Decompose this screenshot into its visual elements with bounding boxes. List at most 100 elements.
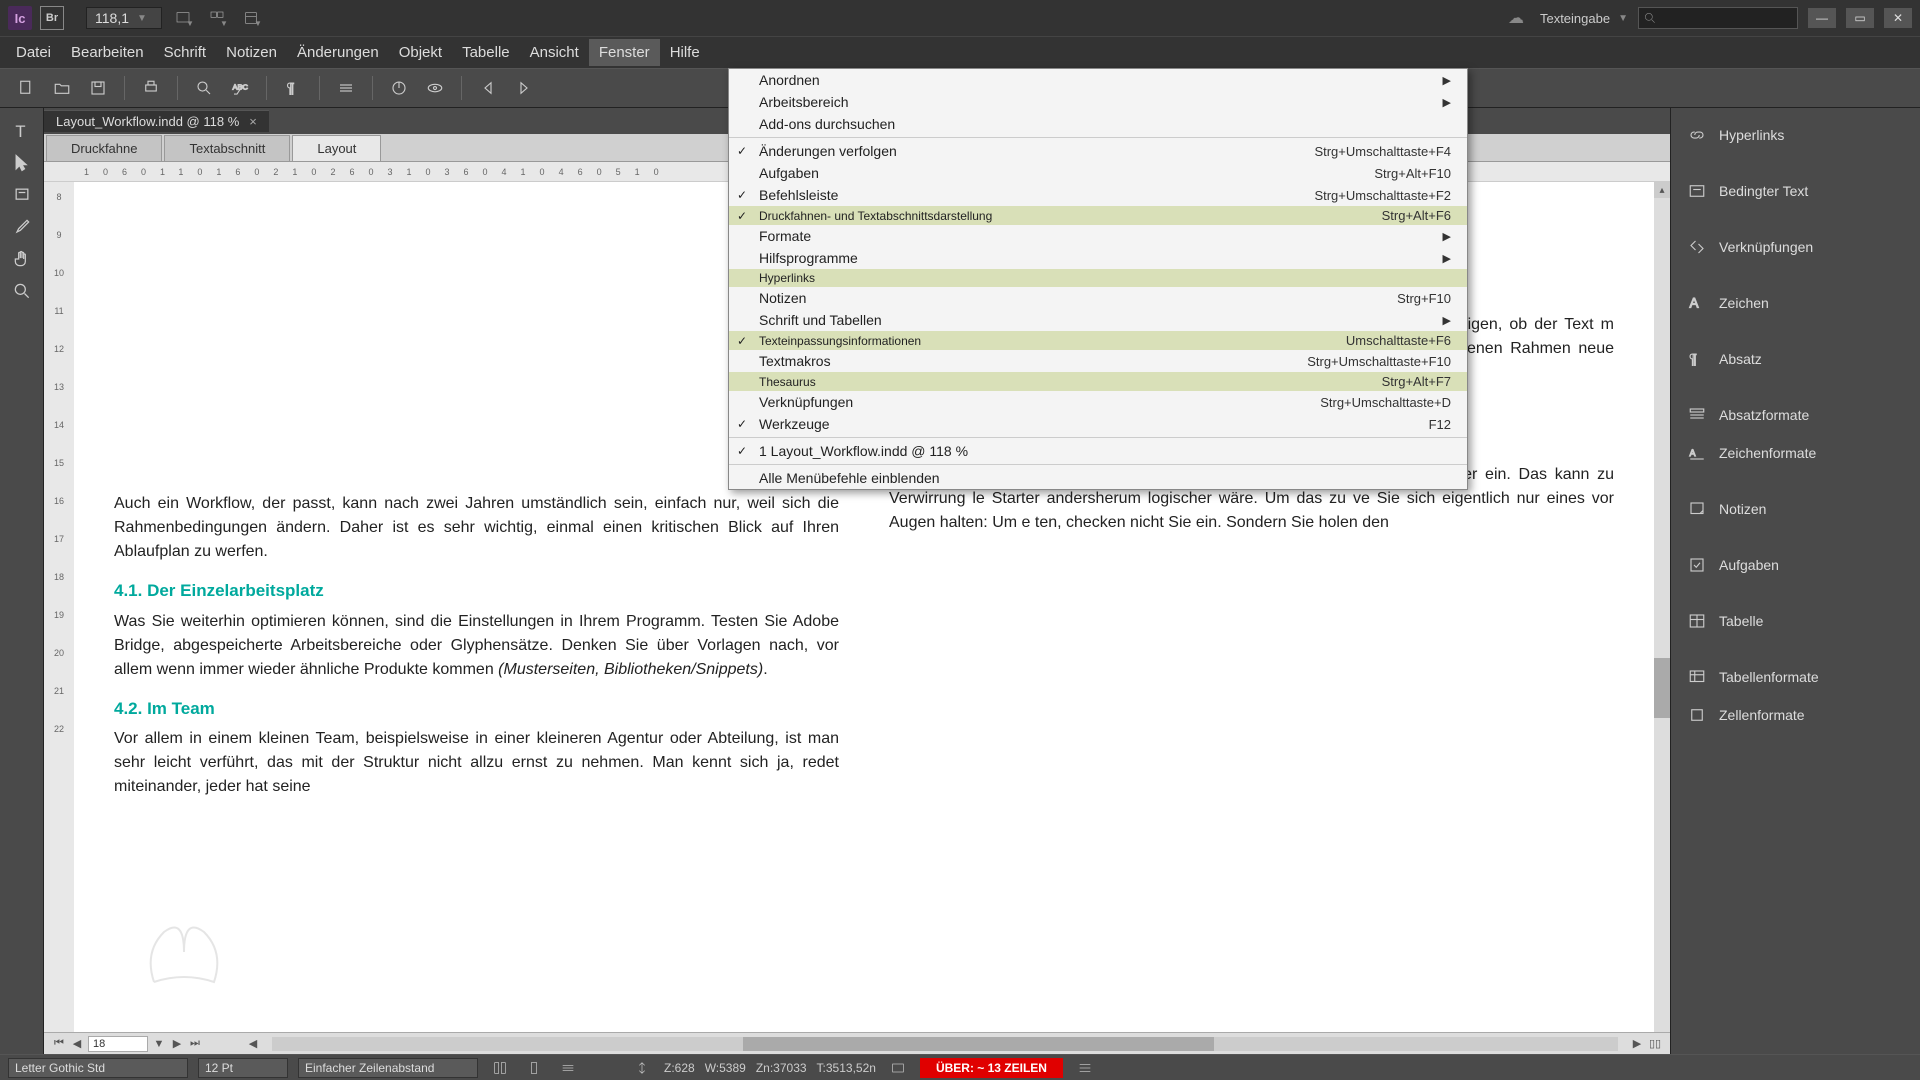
- maximize-button[interactable]: ▭: [1846, 8, 1874, 28]
- split-view-icon[interactable]: ▯▯: [1646, 1037, 1664, 1050]
- power-icon[interactable]: [383, 74, 415, 102]
- panel-tabellenformate[interactable]: Tabellenformate: [1671, 658, 1920, 696]
- columns-icon[interactable]: [488, 1058, 512, 1078]
- menu-aenderungen[interactable]: Änderungen: [287, 39, 389, 66]
- cloud-icon[interactable]: ☁: [1508, 8, 1524, 28]
- scroll-thumb[interactable]: [1654, 658, 1670, 718]
- tab-layout[interactable]: Layout: [292, 135, 381, 161]
- panel-absatzformate[interactable]: Absatzformate: [1671, 396, 1920, 434]
- menu-bearbeiten[interactable]: Bearbeiten: [61, 39, 154, 66]
- scrollbar-vertical[interactable]: ▴: [1654, 182, 1670, 1032]
- menu-item[interactable]: Add-ons durchsuchen: [729, 113, 1467, 135]
- menu-item[interactable]: Hyperlinks: [729, 269, 1467, 287]
- menu-item[interactable]: ✓BefehlsleisteStrg+Umschalttaste+F2: [729, 184, 1467, 206]
- prev-page-icon[interactable]: ◀: [68, 1037, 86, 1050]
- panel-zeichenformate[interactable]: AZeichenformate: [1671, 434, 1920, 472]
- menu-datei[interactable]: Datei: [6, 39, 61, 66]
- spellcheck-icon[interactable]: ABC: [224, 74, 256, 102]
- menu-item[interactable]: Alle Menübefehle einblenden: [729, 467, 1467, 489]
- prev-icon[interactable]: [472, 74, 504, 102]
- view-icon[interactable]: ▼: [238, 6, 264, 30]
- open-icon[interactable]: [46, 74, 78, 102]
- scroll-up-icon[interactable]: ▴: [1654, 182, 1670, 198]
- workspace-switcher[interactable]: Texteingabe▼: [1540, 11, 1628, 26]
- page-number-input[interactable]: 18: [88, 1036, 148, 1052]
- menu-item[interactable]: ThesaurusStrg+Alt+F7: [729, 372, 1467, 391]
- first-page-icon[interactable]: ⏮: [50, 1037, 68, 1050]
- panel-bedingter-text[interactable]: Bedingter Text: [1671, 172, 1920, 210]
- menu-item[interactable]: Schrift und Tabellen▶: [729, 309, 1467, 331]
- tab-textabschnitt[interactable]: Textabschnitt: [164, 135, 290, 161]
- find-icon[interactable]: [188, 74, 220, 102]
- leading-field[interactable]: Einfacher Zeilenabstand: [298, 1058, 478, 1078]
- zoom-level[interactable]: 118,1▼: [86, 7, 162, 29]
- menu-item[interactable]: Formate▶: [729, 225, 1467, 247]
- last-page-icon[interactable]: ⏭: [186, 1037, 204, 1050]
- panel-hyperlinks[interactable]: Hyperlinks: [1671, 116, 1920, 154]
- menu-ansicht[interactable]: Ansicht: [520, 39, 589, 66]
- panel-aufgaben[interactable]: Aufgaben: [1671, 546, 1920, 584]
- font-size-field[interactable]: 12 Pt: [198, 1058, 288, 1078]
- menu-item[interactable]: ✓1 Layout_Workflow.indd @ 118 %: [729, 440, 1467, 462]
- font-family-field[interactable]: Letter Gothic Std: [8, 1058, 188, 1078]
- menu-tabelle[interactable]: Tabelle: [452, 39, 520, 66]
- menu-icon[interactable]: [1073, 1058, 1097, 1078]
- next-page-icon[interactable]: ▶: [168, 1037, 186, 1050]
- minimize-button[interactable]: —: [1808, 8, 1836, 28]
- panel-tabelle[interactable]: Tabelle: [1671, 602, 1920, 640]
- direct-select-tool-icon[interactable]: [6, 148, 38, 178]
- single-column-icon[interactable]: [522, 1058, 546, 1078]
- lines-mini-icon[interactable]: [556, 1058, 580, 1078]
- menu-item[interactable]: VerknüpfungenStrg+Umschalttaste+D: [729, 391, 1467, 413]
- scrollbar-horizontal[interactable]: [272, 1037, 1618, 1051]
- fit-icon[interactable]: [886, 1058, 910, 1078]
- print-icon[interactable]: [135, 74, 167, 102]
- panel-zellenformate[interactable]: Zellenformate: [1671, 696, 1920, 734]
- menu-hilfe[interactable]: Hilfe: [660, 39, 710, 66]
- panel-zeichen[interactable]: AZeichen: [1671, 284, 1920, 322]
- scroll-left-icon[interactable]: ◀: [244, 1037, 262, 1050]
- close-tab-icon[interactable]: ×: [249, 114, 257, 129]
- eyedropper-tool-icon[interactable]: [6, 212, 38, 242]
- search-input[interactable]: [1638, 7, 1798, 29]
- menu-schrift[interactable]: Schrift: [154, 39, 217, 66]
- menu-item[interactable]: Anordnen▶: [729, 69, 1467, 91]
- note-tool-icon[interactable]: [6, 180, 38, 210]
- tab-druckfahne[interactable]: Druckfahne: [46, 135, 162, 161]
- hand-tool-icon[interactable]: [6, 244, 38, 274]
- scroll-thumb-h[interactable]: [743, 1037, 1214, 1051]
- menu-objekt[interactable]: Objekt: [389, 39, 452, 66]
- lines-icon[interactable]: [330, 74, 362, 102]
- menu-item[interactable]: TextmakrosStrg+Umschalttaste+F10: [729, 350, 1467, 372]
- menu-fenster[interactable]: Fenster: [589, 39, 660, 66]
- menu-item[interactable]: AufgabenStrg+Alt+F10: [729, 162, 1467, 184]
- menu-notizen[interactable]: Notizen: [216, 39, 287, 66]
- menu-item[interactable]: Arbeitsbereich▶: [729, 91, 1467, 113]
- pilcrow-icon[interactable]: ¶: [277, 74, 309, 102]
- menu-item[interactable]: NotizenStrg+F10: [729, 287, 1467, 309]
- save-icon[interactable]: [82, 74, 114, 102]
- menu-item[interactable]: ✓Änderungen verfolgenStrg+Umschalttaste+…: [729, 140, 1467, 162]
- bridge-icon[interactable]: Br: [40, 6, 64, 30]
- scroll-right-icon[interactable]: ▶: [1628, 1037, 1646, 1050]
- panel-absatz[interactable]: ¶Absatz: [1671, 340, 1920, 378]
- panel-label: Aufgaben: [1719, 557, 1779, 573]
- document-tab[interactable]: Layout_Workflow.indd @ 118 % ×: [44, 110, 269, 132]
- close-button[interactable]: ✕: [1884, 8, 1912, 28]
- page-dropdown-icon[interactable]: ▼: [150, 1038, 168, 1050]
- svg-text:A: A: [1690, 296, 1699, 311]
- panel-verknuepfungen[interactable]: Verknüpfungen: [1671, 228, 1920, 266]
- menu-item[interactable]: Hilfsprogramme▶: [729, 247, 1467, 269]
- panel-notizen[interactable]: Notizen: [1671, 490, 1920, 528]
- new-icon[interactable]: [10, 74, 42, 102]
- eye-icon[interactable]: [419, 74, 451, 102]
- screen-mode-icon[interactable]: ▼: [170, 6, 196, 30]
- type-tool-icon[interactable]: T: [6, 116, 38, 146]
- arrange-icon[interactable]: ▼: [204, 6, 230, 30]
- menu-item[interactable]: ✓TexteinpassungsinformationenUmschalttas…: [729, 331, 1467, 350]
- zoom-tool-icon[interactable]: [6, 276, 38, 306]
- menu-item[interactable]: ✓Druckfahnen- und Textabschnittsdarstell…: [729, 206, 1467, 225]
- next-icon[interactable]: [508, 74, 540, 102]
- menu-item[interactable]: ✓WerkzeugeF12: [729, 413, 1467, 435]
- depth-icon[interactable]: [630, 1058, 654, 1078]
